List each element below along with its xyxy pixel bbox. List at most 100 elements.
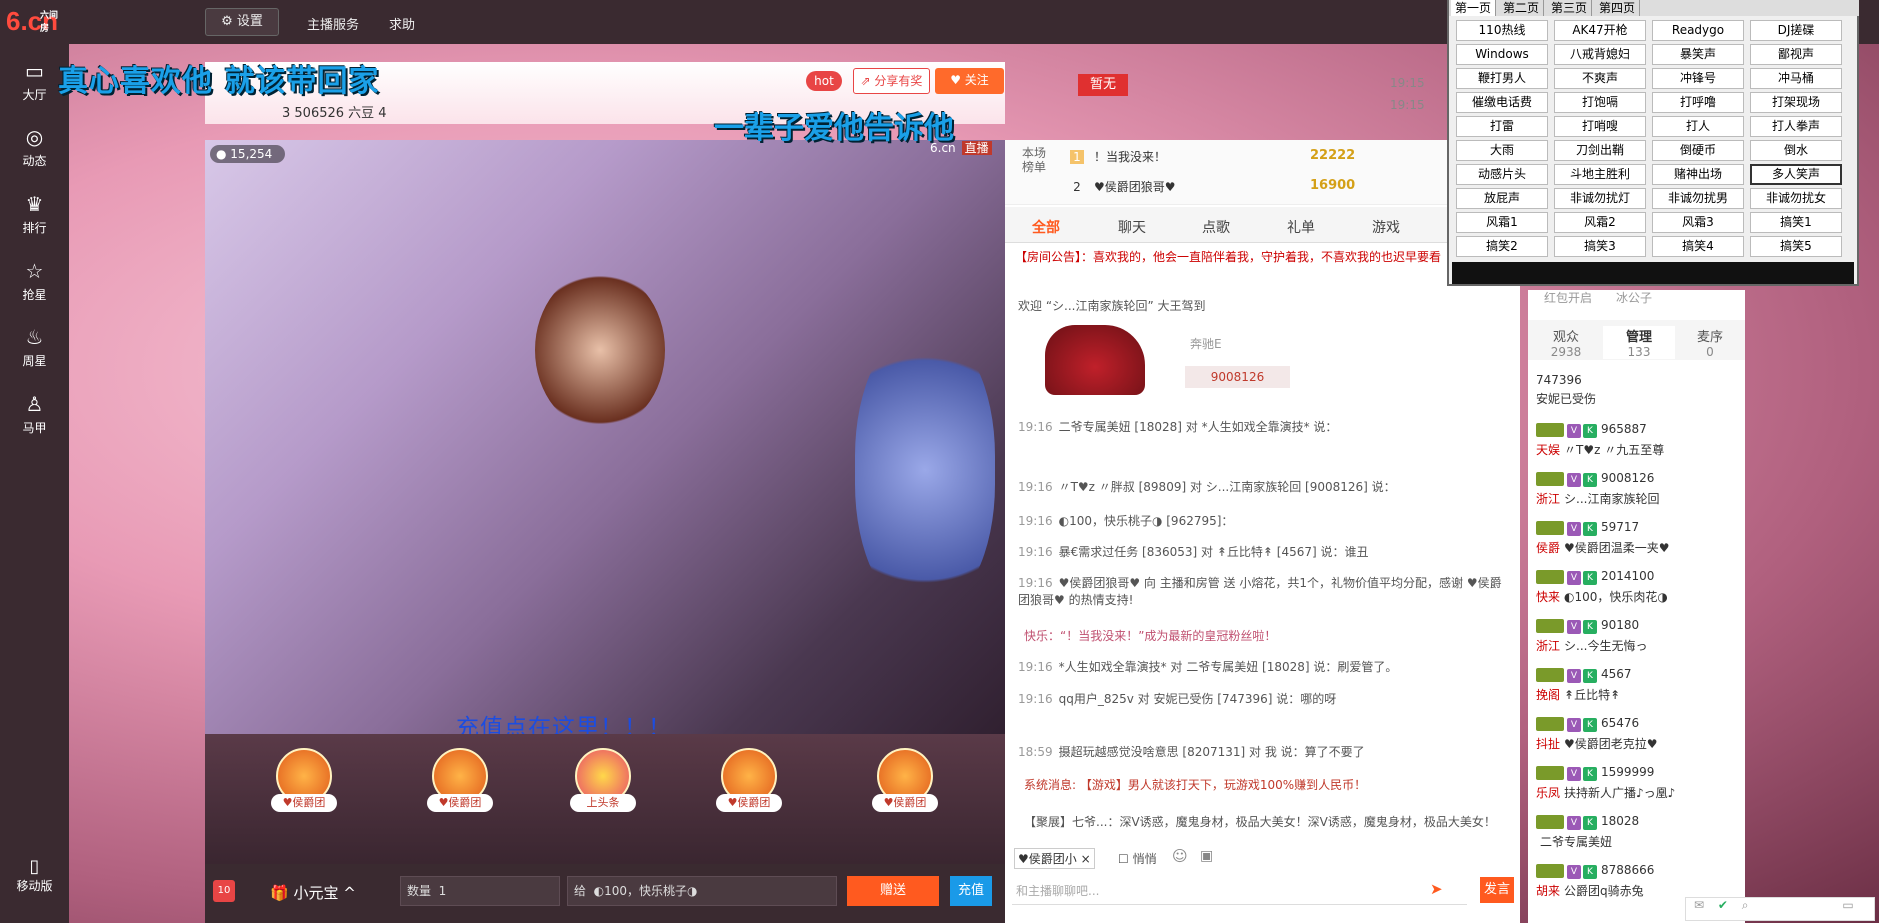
sound-button[interactable]: 打人 bbox=[1652, 116, 1744, 137]
share-button[interactable]: ⇗ 分享有奖 bbox=[853, 68, 930, 94]
help-link[interactable]: 求助 bbox=[389, 14, 415, 33]
quantity-field[interactable]: 数量 1 bbox=[400, 876, 560, 906]
send-gift-button[interactable]: 赠送 bbox=[847, 876, 939, 906]
tab-all[interactable]: 全部 bbox=[1032, 217, 1060, 237]
sound-button[interactable]: 搞笑3 bbox=[1554, 236, 1646, 257]
sound-button[interactable]: 放屁声 bbox=[1456, 188, 1548, 209]
sound-button[interactable]: 非诚勿扰男 bbox=[1652, 188, 1744, 209]
sound-button[interactable]: 风霜2 bbox=[1554, 212, 1646, 233]
sound-button[interactable]: AK47开枪 bbox=[1554, 20, 1646, 41]
sound-button[interactable]: 风霜1 bbox=[1456, 212, 1548, 233]
sound-button[interactable]: 打哨嗖 bbox=[1554, 116, 1646, 137]
nav-grab-star[interactable]: ☆ 抢星 bbox=[0, 252, 69, 312]
tab-chat[interactable]: 聊天 bbox=[1118, 217, 1146, 237]
nav-week-star[interactable]: ♨ 周星 bbox=[0, 318, 69, 378]
gift-item[interactable]: ♥侯爵团 bbox=[860, 748, 950, 828]
user-row[interactable]: 747396 安妮已受伤 bbox=[1536, 373, 1736, 407]
sound-button[interactable]: 赌神出场 bbox=[1652, 164, 1744, 185]
post-button[interactable]: 发言 bbox=[1480, 877, 1514, 903]
chat-target-select[interactable]: ♥侯爵团小 × bbox=[1014, 848, 1095, 869]
sound-button[interactable]: 搞笑4 bbox=[1652, 236, 1744, 257]
sound-button[interactable]: DJ搓碟 bbox=[1750, 20, 1842, 41]
sound-button[interactable]: 打呼噜 bbox=[1652, 92, 1744, 113]
user-row[interactable]: V K 9008126 浙江 シ...江南家族轮回 bbox=[1536, 471, 1736, 507]
gift-item[interactable]: ♥侯爵团 bbox=[415, 748, 505, 828]
tab-mic-queue[interactable]: 麦序 0 bbox=[1674, 326, 1746, 359]
tab-audience[interactable]: 观众 2938 bbox=[1530, 326, 1602, 359]
recharge-button[interactable]: 充值 bbox=[950, 876, 992, 906]
user-row[interactable]: V K 965887 天娱 〃T♥z 〃九五至尊 bbox=[1536, 422, 1736, 458]
sound-button[interactable]: 搞笑5 bbox=[1750, 236, 1842, 257]
sound-button[interactable]: 打饱嗝 bbox=[1554, 92, 1646, 113]
soundboard-tab[interactable]: 第四页 bbox=[1595, 0, 1641, 16]
chat-bubble-icon[interactable]: ▭ bbox=[1842, 898, 1853, 912]
sound-button[interactable]: 斗地主胜利 bbox=[1554, 164, 1646, 185]
image-icon[interactable]: ▣ bbox=[1200, 848, 1213, 864]
sound-button[interactable]: 暴笑声 bbox=[1652, 44, 1744, 65]
nav-feed[interactable]: ◎ 动态 bbox=[0, 118, 69, 178]
soundboard-tab[interactable]: 第二页 bbox=[1499, 0, 1545, 16]
tab-gift-list[interactable]: 礼单 bbox=[1287, 217, 1315, 237]
sound-button[interactable]: 冲马桶 bbox=[1750, 68, 1842, 89]
tab-songs[interactable]: 点歌 bbox=[1202, 217, 1230, 237]
search-icon[interactable]: ⌕ bbox=[1742, 898, 1749, 912]
sound-button[interactable]: 搞笑1 bbox=[1750, 212, 1842, 233]
rank-row[interactable]: 1 ！当我没来！ bbox=[1070, 148, 1166, 165]
sound-button[interactable]: 打架现场 bbox=[1750, 92, 1842, 113]
nav-rank[interactable]: ♛ 排行 bbox=[0, 185, 69, 245]
soundboard-tab[interactable]: 第三页 bbox=[1547, 0, 1593, 16]
check-icon[interactable]: ✔ bbox=[1718, 898, 1728, 912]
user-row[interactable]: V K 18028 二爷专属美妞 bbox=[1536, 814, 1736, 850]
gift-item[interactable]: ♥侯爵团 bbox=[704, 748, 794, 828]
sound-button[interactable]: 冲锋号 bbox=[1652, 68, 1744, 89]
sound-button[interactable]: 非诚勿扰女 bbox=[1750, 188, 1842, 209]
sound-button[interactable]: 搞笑2 bbox=[1456, 236, 1548, 257]
rank-row[interactable]: 2 ♥侯爵团狼哥♥ bbox=[1070, 178, 1175, 195]
video-player[interactable] bbox=[205, 140, 1005, 734]
sound-button[interactable]: 不爽声 bbox=[1554, 68, 1646, 89]
recipient-field[interactable]: 给 ◐100，快乐桃子◑ bbox=[567, 876, 837, 906]
anchor-service-link[interactable]: 主播服务 bbox=[307, 14, 359, 33]
sound-button[interactable]: 动感片头 bbox=[1456, 164, 1548, 185]
gift-item[interactable]: ♥侯爵团 bbox=[259, 748, 349, 828]
sound-button[interactable]: 110热线 bbox=[1456, 20, 1548, 41]
sound-button[interactable]: 打人拳声 bbox=[1750, 116, 1842, 137]
sound-button[interactable]: 打雷 bbox=[1456, 116, 1548, 137]
mobile-version-link[interactable]: ▯ 移动版 bbox=[0, 856, 69, 900]
sound-button[interactable]: 催缴电话费 bbox=[1456, 92, 1548, 113]
sound-button[interactable]: Readygo bbox=[1652, 20, 1744, 41]
treasure-selector[interactable]: 🎁 小元宝 ^ bbox=[270, 882, 356, 903]
sound-button[interactable]: 大雨 bbox=[1456, 140, 1548, 161]
sound-button[interactable]: 风霜3 bbox=[1652, 212, 1744, 233]
sound-button[interactable]: Windows bbox=[1456, 44, 1548, 65]
sound-button[interactable]: 刀剑出鞘 bbox=[1554, 140, 1646, 161]
tab-admins[interactable]: 管理 133 bbox=[1603, 326, 1675, 359]
chat-input[interactable]: 和主播聊聊吧... bbox=[1012, 877, 1467, 905]
user-row[interactable]: V K 90180 浙江 シ...今生无悔っ bbox=[1536, 618, 1736, 654]
sound-button[interactable]: 鞭打男人 bbox=[1456, 68, 1548, 89]
user-row[interactable]: V K 59717 侯爵 ♥侯爵团温柔一夹♥ bbox=[1536, 520, 1736, 556]
user-row[interactable]: V K 8788666 胡来 公爵团q骑赤兔 bbox=[1536, 863, 1736, 899]
user-row[interactable]: V K 65476 抖扯 ♥侯爵团老克拉♥ bbox=[1536, 716, 1736, 752]
site-logo[interactable]: 6.cn 六间房 bbox=[6, 6, 66, 40]
mail-icon[interactable]: ✉ bbox=[1694, 898, 1704, 912]
nav-vest[interactable]: ♙ 马甲 bbox=[0, 385, 69, 445]
gift-box-button[interactable]: 10 bbox=[213, 880, 235, 902]
tab-games[interactable]: 游戏 bbox=[1372, 217, 1400, 237]
sound-button[interactable]: 倒水 bbox=[1750, 140, 1842, 161]
send-arrow-icon[interactable]: ➤ bbox=[1430, 880, 1443, 898]
user-row[interactable]: V K 1599999 乐凤 扶持新人广播♪っ凰♪ bbox=[1536, 765, 1736, 801]
headline-gift[interactable]: 上头条 bbox=[558, 748, 648, 828]
sound-button[interactable]: 多人笑声 bbox=[1750, 164, 1842, 185]
follow-button[interactable]: ♥ 关注 bbox=[935, 68, 1004, 94]
soundboard-tab[interactable]: 第一页 bbox=[1451, 0, 1497, 16]
sound-button[interactable]: 倒硬币 bbox=[1652, 140, 1744, 161]
sound-button[interactable]: 非诚勿扰灯 bbox=[1554, 188, 1646, 209]
whisper-checkbox[interactable]: ☐ 悄悄 bbox=[1118, 850, 1157, 867]
sound-button[interactable]: 鄙视声 bbox=[1750, 44, 1842, 65]
emoji-icon[interactable]: ☺ bbox=[1172, 847, 1188, 865]
settings-button[interactable]: ⚙ 设置 bbox=[205, 8, 279, 36]
user-row[interactable]: V K 4567 挽阁 ↟丘比特↟ bbox=[1536, 667, 1736, 703]
user-row[interactable]: V K 2014100 快来 ◐100，快乐肉花◑ bbox=[1536, 569, 1736, 605]
sound-button[interactable]: 八戒背媳妇 bbox=[1554, 44, 1646, 65]
